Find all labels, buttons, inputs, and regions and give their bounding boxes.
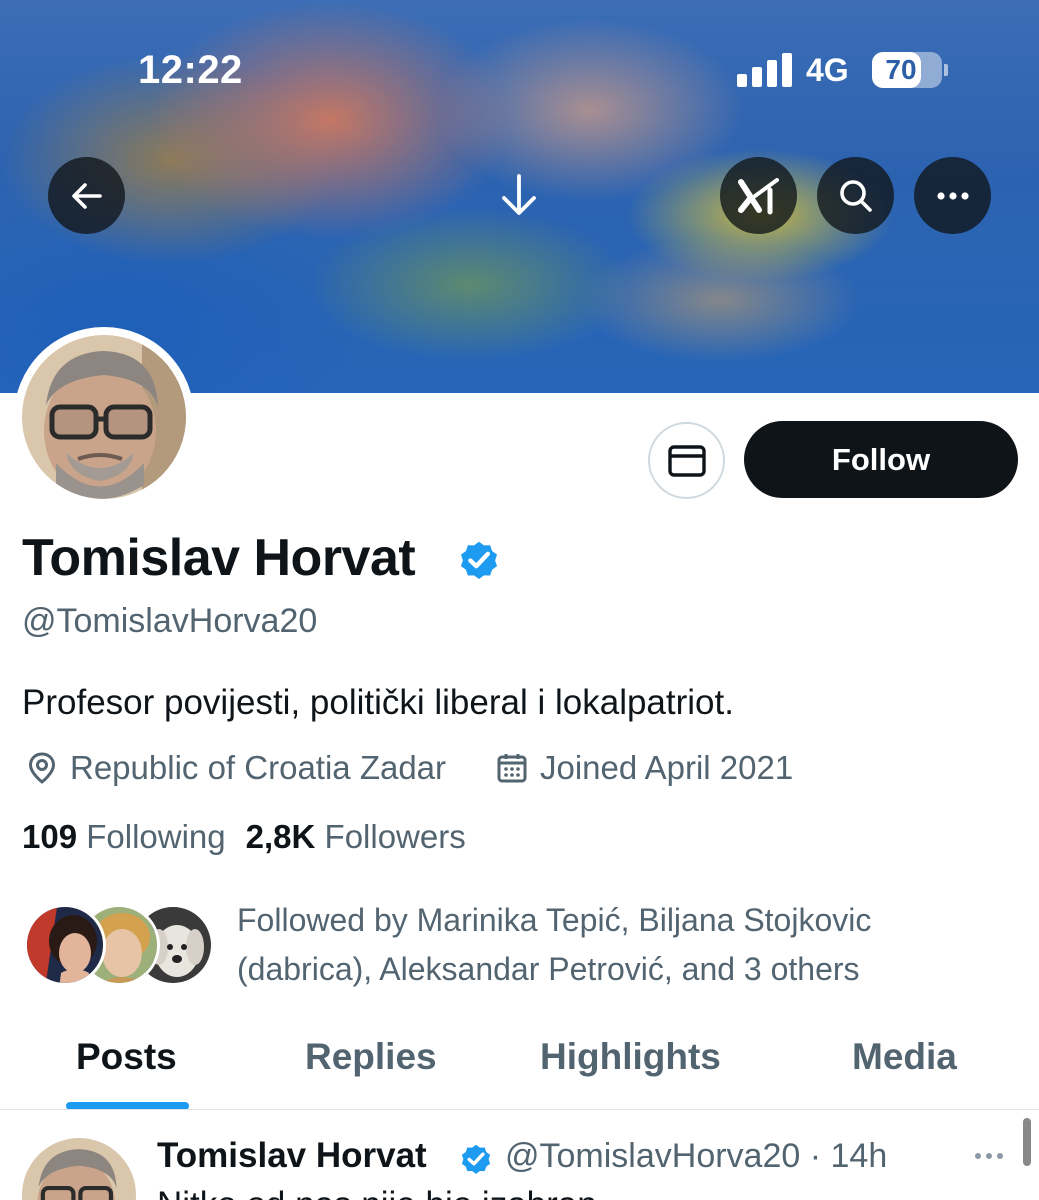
location-text: Republic of Croatia Zadar [70,749,447,786]
followers-label: Followers [324,818,466,855]
following-link[interactable]: 109 Following [22,818,226,855]
more-dot [975,1153,981,1159]
post-author-avatar-photo [22,1138,136,1200]
location-pin-icon [28,752,56,784]
tab-highlights[interactable]: Highlights [540,1036,721,1078]
followers-link[interactable]: 2,8K Followers [246,818,466,855]
post-more-button[interactable] [975,1144,1015,1168]
followed-by-text[interactable]: Followed by Marinika Tepić, Biljana Stoj… [237,896,997,994]
envelope-icon [667,444,706,477]
tab-posts[interactable]: Posts [76,1036,177,1078]
grok-logo-icon [737,177,779,214]
arrow-left-icon [71,182,102,209]
tab-media[interactable]: Media [852,1036,957,1078]
battery-percent: 70 [885,54,917,85]
profile-location: Republic of Croatia Zadar [26,748,446,788]
post-text: Nitko od nas nije bio izabran [157,1185,1017,1200]
grok-button[interactable] [720,157,797,234]
avatar-photo [22,335,186,499]
follower-avatar-1[interactable] [24,904,106,986]
more-dot [997,1153,1003,1159]
search-icon [839,179,872,212]
post-time[interactable]: 14h [831,1137,888,1175]
scrollbar[interactable] [1023,1118,1031,1166]
following-label: Following [86,818,226,855]
post-author-handle: @TomislavHorva20 [505,1137,801,1175]
battery-icon: 70 [872,52,942,88]
followers-count: 2,8K [245,818,316,855]
joined-text: Joined April 2021 [540,749,794,786]
post-separator: · [809,1137,822,1175]
profile-display-name: Tomislav Horvat [22,529,416,587]
post-meta: @TomislavHorva20 · 14h [505,1137,887,1176]
following-count: 109 [22,818,78,855]
profile-bio: Profesor povijesti, politički liberal i … [22,683,734,722]
more-dot [986,1153,992,1159]
message-button[interactable] [648,422,725,499]
more-horizontal-icon [936,191,969,200]
verified-badge-icon [460,541,498,579]
more-options-button[interactable] [914,157,991,234]
post-author-avatar[interactable] [22,1138,136,1200]
signal-strength-icon [737,53,793,87]
calendar-icon [497,754,527,783]
search-button[interactable] [817,157,894,234]
tabs-divider [0,1109,1039,1110]
back-button[interactable] [48,157,125,234]
post-author-name[interactable]: Tomislav Horvat [157,1136,427,1176]
tab-replies[interactable]: Replies [305,1036,437,1078]
follow-button[interactable]: Follow [744,421,1018,498]
profile-stats: 109 Following 2,8K Followers [22,818,466,856]
battery-terminal [944,64,948,76]
network-type: 4G [806,52,849,88]
profile-joined-date: Joined April 2021 [496,748,793,788]
profile-handle: @TomislavHorva20 [22,602,318,640]
post-verified-badge-icon [461,1144,491,1174]
status-time: 12:22 [138,48,243,92]
profile-avatar[interactable] [22,335,186,499]
arrow-down-icon[interactable] [494,170,544,220]
